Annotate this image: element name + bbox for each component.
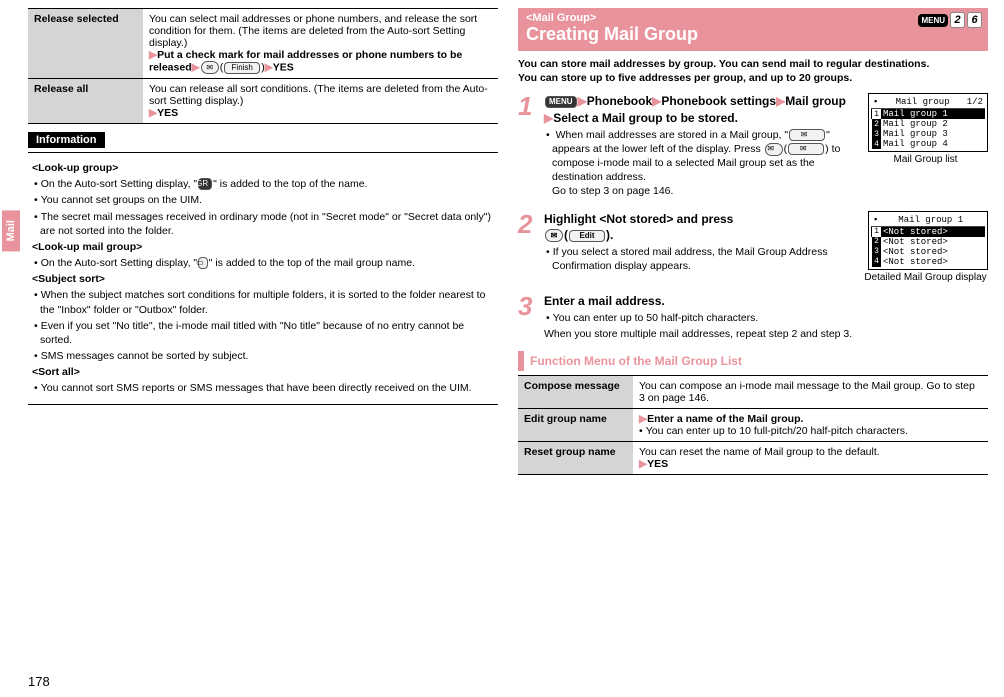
step-note: When mail addresses are stored in a Mail… (552, 128, 857, 199)
info-item: You cannot sort SMS reports or SMS messa… (40, 381, 494, 395)
step-number: 3 (518, 293, 538, 342)
table-row: Reset group name You can reset the name … (518, 442, 988, 475)
mailgroup-icon: ▭ (198, 257, 208, 269)
option-name: Edit group name (518, 409, 633, 442)
step-main: Highlight <Not stored> and press ✉(Edit)… (544, 211, 857, 243)
table-row: Compose message You can compose an i-mod… (518, 376, 988, 409)
menu-key-icon: MENU (545, 96, 577, 108)
section-header: <Mail Group> Creating Mail Group MENU 2 … (518, 8, 988, 51)
desc-text: You can release all sort conditions. (Th… (149, 83, 488, 107)
step-number: 1 (518, 93, 538, 200)
step-1: 1 MENU▶Phonebook▶Phonebook settings▶Mail… (518, 93, 988, 200)
function-menu-heading: Function Menu of the Mail Group List (518, 351, 988, 371)
info-item: Even if you set "No title", the i-mode m… (40, 319, 494, 347)
gr-icon: GR (198, 178, 212, 190)
release-options-table: Release selected You can select mail add… (28, 8, 498, 124)
option-name: Release selected (28, 9, 143, 79)
mail-icon: ✉ (201, 61, 219, 74)
left-column: Release selected You can select mail add… (28, 8, 498, 483)
option-desc: ▶Enter a name of the Mail group. You can… (633, 409, 988, 442)
info-item: On the Auto-sort Setting display, "GR" i… (40, 177, 494, 191)
step-note: You can enter up to 50 half-pitch charac… (552, 311, 988, 325)
option-name: Release all (28, 79, 143, 124)
screenshot-caption: Mail Group list (863, 154, 988, 165)
information-heading: Information (28, 132, 105, 148)
table-row: Release selected You can select mail add… (28, 9, 498, 79)
detailed-mail-group-screenshot: ▪Mail group 1 1<Not stored> 2<Not stored… (868, 211, 988, 270)
arrow-icon: ▶ (639, 413, 647, 425)
arrow-icon: ▶ (149, 49, 157, 61)
info-item: SMS messages cannot be sorted by subject… (40, 349, 494, 363)
shortcut-badges: MENU 2 6 (918, 12, 982, 28)
arrow-icon: ▶ (192, 61, 200, 73)
arrow-icon: ▶ (265, 61, 273, 73)
yes-text: YES (157, 107, 178, 119)
mail-compose-icon: ✉ (789, 129, 825, 141)
mail-compose-icon: ✉ (788, 143, 824, 155)
arrow-icon: ▶ (652, 94, 661, 108)
function-menu-table: Compose message You can compose an i-mod… (518, 375, 988, 475)
desc-text: You can select mail addresses or phone n… (149, 13, 477, 49)
information-box: <Look-up group> On the Auto-sort Setting… (28, 152, 498, 405)
right-column: <Mail Group> Creating Mail Group MENU 2 … (518, 8, 988, 483)
mail-icon: ✉ (765, 143, 783, 156)
mail-group-list-screenshot: ▪Mail group1/2 1Mail group 1 2Mail group… (868, 93, 988, 152)
arrow-icon: ▶ (578, 94, 587, 108)
step-note: If you select a stored mail address, the… (552, 245, 857, 273)
option-desc: You can release all sort conditions. (Th… (143, 79, 498, 124)
screenshot-caption: Detailed Mail Group display (863, 272, 988, 283)
step-3: 3 Enter a mail address. You can enter up… (518, 293, 988, 342)
info-item: When the subject matches sort conditions… (40, 288, 494, 316)
option-name: Reset group name (518, 442, 633, 475)
arrow-icon: ▶ (149, 107, 157, 119)
step-note: When you store multiple mail addresses, … (544, 327, 988, 341)
step-2: 2 Highlight <Not stored> and press ✉(Edi… (518, 211, 988, 283)
option-name: Compose message (518, 376, 633, 409)
arrow-icon: ▶ (776, 94, 785, 108)
info-subheading: <Subject sort> (32, 272, 494, 286)
page-number: 178 (28, 674, 50, 689)
option-desc: You can compose an i-mode mail message t… (633, 376, 988, 409)
yes-text: YES (273, 61, 294, 73)
key-6-icon: 6 (967, 12, 982, 28)
arrow-icon: ▶ (639, 458, 647, 470)
step-main: MENU▶Phonebook▶Phonebook settings▶Mail g… (544, 93, 857, 125)
table-row: Release all You can release all sort con… (28, 79, 498, 124)
mail-icon: ✉ (545, 229, 563, 242)
option-desc: You can reset the name of Mail group to … (633, 442, 988, 475)
breadcrumb: <Mail Group> (526, 12, 980, 24)
info-subheading: <Sort all> (32, 365, 494, 379)
option-desc: You can select mail addresses or phone n… (143, 9, 498, 79)
info-item: The secret mail messages received in ord… (40, 210, 494, 238)
key-2-icon: 2 (950, 12, 965, 28)
page-title: Creating Mail Group (526, 24, 980, 45)
menu-key-icon: MENU (918, 14, 948, 27)
edit-button-icon: Edit (569, 230, 605, 242)
arrow-icon: ▶ (544, 111, 553, 125)
info-subheading: <Look-up mail group> (32, 240, 494, 254)
intro-text: You can store mail addresses by group. Y… (518, 57, 988, 85)
step-number: 2 (518, 211, 538, 283)
info-item: On the Auto-sort Setting display, "▭" is… (40, 256, 494, 270)
info-item: You cannot set groups on the UIM. (40, 193, 494, 207)
option-note: You can enter up to 10 full-pitch/20 hal… (639, 425, 908, 437)
side-tab: Mail (2, 210, 20, 251)
table-row: Edit group name ▶Enter a name of the Mai… (518, 409, 988, 442)
finish-button-icon: Finish (224, 62, 260, 74)
info-subheading: <Look-up group> (32, 161, 494, 175)
step-main: Enter a mail address. (544, 293, 988, 309)
